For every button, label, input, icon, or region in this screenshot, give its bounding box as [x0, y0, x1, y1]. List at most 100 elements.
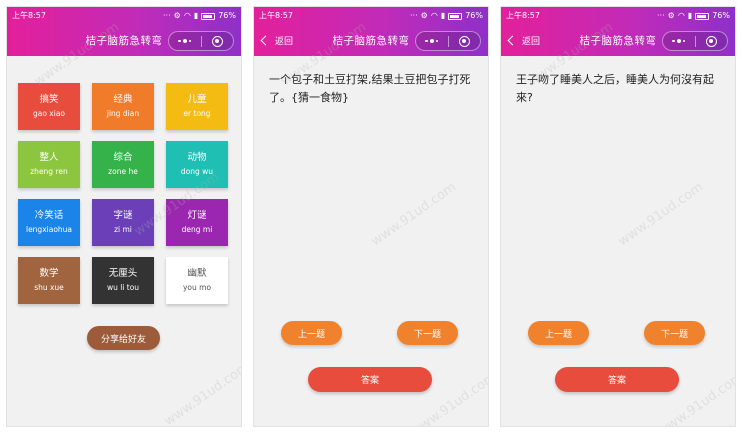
- more-icon: ···: [163, 11, 171, 20]
- top-bar: 上午8:57 ··· ⚙ ◠ ▮ 76% 返回 桔子脑筋急转弯: [501, 7, 735, 56]
- alarm-icon: ⚙: [667, 11, 675, 20]
- close-target-icon: [705, 35, 717, 47]
- category-pinyin: zheng ren: [30, 167, 68, 176]
- category-tile[interactable]: 综合 zone he: [92, 141, 154, 188]
- watermark-text: www.91ud.com: [615, 179, 707, 250]
- category-pinyin: you mo: [182, 283, 212, 292]
- more-icon: ···: [410, 11, 418, 20]
- category-name: 灯谜: [187, 210, 207, 221]
- wifi-icon: ◠: [430, 11, 438, 20]
- dot-icon: [429, 39, 434, 43]
- capsule-close-button[interactable]: [695, 32, 727, 50]
- category-name: 整人: [39, 152, 59, 163]
- category-tile[interactable]: 幽默 you mo: [166, 257, 228, 304]
- close-target-icon: [211, 35, 223, 47]
- dot-icon: [425, 39, 428, 43]
- category-name: 数学: [39, 268, 59, 279]
- signal-icon: ▮: [440, 11, 446, 20]
- page-title: 桔子脑筋急转弯: [332, 35, 410, 47]
- category-pinyin: zi mi: [114, 225, 132, 234]
- category-tile[interactable]: 动物 dong wu: [166, 141, 228, 188]
- answer-button[interactable]: 答案: [308, 367, 432, 392]
- status-bar: 上午8:57 ··· ⚙ ◠ ▮ 76%: [7, 7, 241, 25]
- capsule-more-button[interactable]: [169, 32, 201, 50]
- battery-percent: 76%: [218, 11, 236, 20]
- category-name: 冷笑话: [34, 210, 64, 221]
- dot-icon: [682, 39, 686, 43]
- dot-icon: [178, 39, 181, 43]
- chevron-left-icon: [507, 35, 518, 46]
- battery-percent: 76%: [712, 11, 730, 20]
- battery-icon: [201, 12, 216, 20]
- question-screen-2: 上午8:57 ··· ⚙ ◠ ▮ 76% 返回 桔子脑筋急转弯 王子吻了睡美人之…: [500, 6, 736, 427]
- category-pinyin: shu xue: [34, 283, 64, 292]
- category-tile[interactable]: 儿童 er tong: [166, 83, 228, 130]
- back-button[interactable]: 返回: [507, 25, 541, 56]
- close-target-icon: [458, 35, 470, 47]
- category-name: 儿童: [187, 94, 207, 105]
- category-grid: 搞笑 gao xiao 经典 jing dian 儿童 er tong 整人 z…: [18, 83, 230, 304]
- category-name: 搞笑: [39, 94, 59, 105]
- status-bar: 上午8:57 ··· ⚙ ◠ ▮ 76%: [254, 7, 488, 25]
- prev-question-button[interactable]: 上一题: [528, 321, 589, 345]
- answer-button[interactable]: 答案: [555, 367, 679, 392]
- category-tile[interactable]: 经典 jing dian: [92, 83, 154, 130]
- alarm-icon: ⚙: [173, 11, 181, 20]
- battery-icon: [448, 12, 463, 20]
- signal-icon: ▮: [687, 11, 693, 20]
- dot-icon: [676, 39, 681, 43]
- category-tile[interactable]: 灯谜 deng mi: [166, 199, 228, 246]
- category-pinyin: wu li tou: [106, 283, 140, 292]
- category-name: 幽默: [187, 268, 207, 279]
- capsule-more-button[interactable]: [663, 32, 695, 50]
- status-time: 上午8:57: [12, 11, 46, 20]
- question-screen-1: 上午8:57 ··· ⚙ ◠ ▮ 76% 返回 桔子脑筋急转弯 一个包子和土豆打…: [253, 6, 489, 427]
- top-bar: 上午8:57 ··· ⚙ ◠ ▮ 76% 桔子脑筋急转弯: [7, 7, 241, 56]
- category-tile[interactable]: 冷笑话 lengxiaohua: [18, 199, 80, 246]
- next-question-button[interactable]: 下一题: [644, 321, 705, 345]
- signal-icon: ▮: [193, 11, 199, 20]
- category-tile[interactable]: 无厘头 wu li tou: [92, 257, 154, 304]
- wifi-icon: ◠: [183, 11, 191, 20]
- page-title: 桔子脑筋急转弯: [579, 35, 657, 47]
- category-name: 字谜: [113, 210, 133, 221]
- battery-percent: 76%: [465, 11, 483, 20]
- page-title: 桔子脑筋急转弯: [85, 35, 163, 47]
- nav-bar: 桔子脑筋急转弯: [7, 25, 241, 56]
- nav-bar: 返回 桔子脑筋急转弯: [254, 25, 488, 56]
- category-pinyin: jing dian: [106, 109, 140, 118]
- category-pinyin: lengxiaohua: [25, 225, 73, 234]
- prev-question-button[interactable]: 上一题: [281, 321, 342, 345]
- wifi-icon: ◠: [677, 11, 685, 20]
- mini-program-capsule: [415, 31, 481, 51]
- alarm-icon: ⚙: [420, 11, 428, 20]
- back-label: 返回: [522, 37, 541, 47]
- battery-icon: [695, 12, 710, 20]
- category-tile[interactable]: 数学 shu xue: [18, 257, 80, 304]
- category-name: 动物: [187, 152, 207, 163]
- more-icon: ···: [657, 11, 665, 20]
- watermark-text: www.91ud.com: [161, 359, 241, 426]
- dot-icon: [182, 39, 187, 43]
- category-tile[interactable]: 字谜 zi mi: [92, 199, 154, 246]
- chevron-left-icon: [260, 35, 271, 46]
- category-tile[interactable]: 整人 zheng ren: [18, 141, 80, 188]
- capsule-close-button[interactable]: [448, 32, 480, 50]
- status-icons: ··· ⚙ ◠ ▮ 76%: [163, 7, 236, 25]
- dot-icon: [435, 39, 439, 43]
- capsule-more-button[interactable]: [416, 32, 448, 50]
- nav-bar: 返回 桔子脑筋急转弯: [501, 25, 735, 56]
- status-time: 上午8:57: [506, 11, 540, 20]
- status-bar: 上午8:57 ··· ⚙ ◠ ▮ 76%: [501, 7, 735, 25]
- question-text: 王子吻了睡美人之后，睡美人为何沒有起來?: [516, 73, 714, 104]
- back-label: 返回: [275, 37, 294, 47]
- top-bar: 上午8:57 ··· ⚙ ◠ ▮ 76% 返回 桔子脑筋急转弯: [254, 7, 488, 56]
- category-tile[interactable]: 搞笑 gao xiao: [18, 83, 80, 130]
- category-screen: 上午8:57 ··· ⚙ ◠ ▮ 76% 桔子脑筋急转弯 搞笑 gao xiao…: [6, 6, 242, 427]
- category-pinyin: er tong: [183, 109, 211, 118]
- share-button[interactable]: 分享给好友: [87, 326, 160, 350]
- back-button[interactable]: 返回: [260, 25, 294, 56]
- capsule-close-button[interactable]: [201, 32, 233, 50]
- next-question-button[interactable]: 下一题: [397, 321, 458, 345]
- category-pinyin: gao xiao: [32, 109, 66, 118]
